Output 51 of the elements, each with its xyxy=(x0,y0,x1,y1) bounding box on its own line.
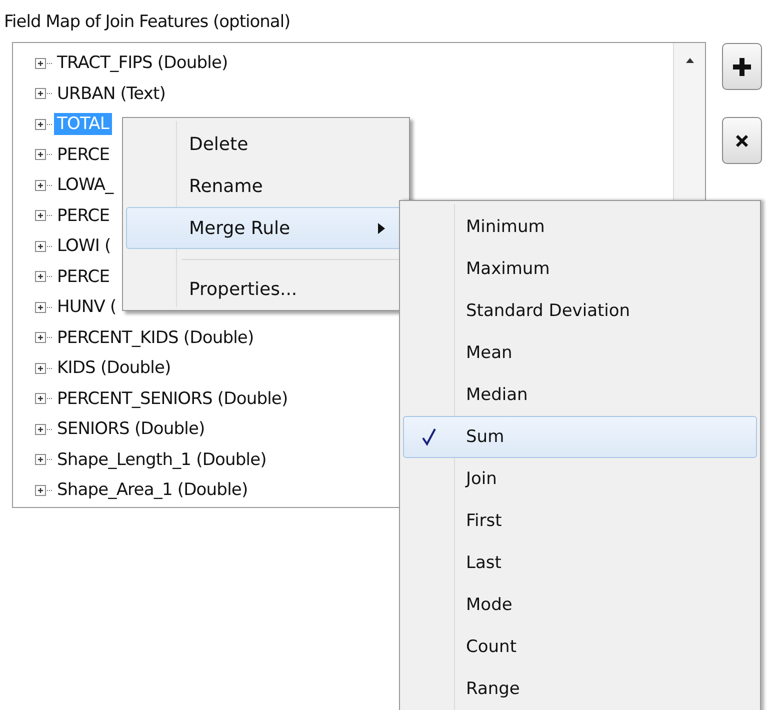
expand-icon[interactable] xyxy=(35,210,46,222)
menu-item[interactable]: Median xyxy=(403,374,757,416)
field-item[interactable]: KIDS (Double) xyxy=(54,357,174,380)
expand-icon[interactable] xyxy=(35,240,46,252)
field-item[interactable]: PERCENT_SENIORS (Double) xyxy=(54,388,291,410)
panel-title: Field Map of Join Features (optional) xyxy=(3,11,292,30)
menu-item[interactable]: Sum xyxy=(403,416,757,458)
expand-icon[interactable] xyxy=(35,424,46,435)
check-icon xyxy=(421,428,437,446)
plus-icon xyxy=(731,56,753,78)
menu-item[interactable]: Delete xyxy=(126,123,406,165)
field-item[interactable]: URBAN (Text) xyxy=(54,82,169,105)
expand-icon[interactable] xyxy=(35,118,46,130)
expand-icon[interactable] xyxy=(35,149,46,160)
menu-item[interactable]: Join xyxy=(403,458,757,500)
menu-item[interactable]: Standard Deviation xyxy=(403,290,757,332)
menu-item[interactable]: Count xyxy=(403,626,757,668)
expand-icon[interactable] xyxy=(35,58,46,69)
field-item[interactable]: PERCENT_KIDS (Double) xyxy=(54,326,257,349)
field-item[interactable]: Shape_Area_1 (Double) xyxy=(54,479,251,502)
expand-icon[interactable] xyxy=(35,180,46,191)
close-icon xyxy=(735,134,749,148)
menu-item[interactable]: Maximum xyxy=(403,248,757,290)
expand-icon[interactable] xyxy=(35,271,46,282)
field-item[interactable]: PERCE xyxy=(54,266,113,288)
menu-item[interactable]: Last xyxy=(403,542,757,584)
delete-button[interactable] xyxy=(722,117,762,164)
field-item[interactable]: SENIORS (Double) xyxy=(54,418,208,440)
menu-item[interactable]: First xyxy=(403,500,757,542)
expand-icon[interactable] xyxy=(35,88,46,100)
menu-item[interactable]: Range xyxy=(403,668,757,710)
field-item[interactable]: PERCE xyxy=(54,144,113,166)
expand-icon[interactable] xyxy=(35,332,46,344)
menu-item[interactable]: Minimum xyxy=(403,206,757,248)
submenu-arrow-icon xyxy=(378,222,385,234)
expand-icon[interactable] xyxy=(35,362,46,374)
field-item[interactable]: PERCE xyxy=(54,204,113,227)
expand-icon[interactable] xyxy=(35,393,46,404)
menu-item[interactable]: Mode xyxy=(403,584,757,626)
expand-icon[interactable] xyxy=(35,484,46,496)
expand-icon[interactable] xyxy=(35,454,46,466)
add-button[interactable] xyxy=(722,43,762,90)
field-item[interactable]: LOWI ( xyxy=(54,235,114,258)
field-item[interactable]: Shape_Length_1 (Double) xyxy=(54,448,270,471)
field-item[interactable]: HUNV ( xyxy=(54,296,120,318)
field-item[interactable]: TRACT_FIPS (Double) xyxy=(54,52,231,74)
menu-item[interactable]: Mean xyxy=(403,332,757,374)
scroll-up-icon[interactable] xyxy=(684,57,694,63)
expand-icon[interactable] xyxy=(35,302,46,313)
field-item[interactable]: LOWA_ xyxy=(54,174,116,196)
menu-item[interactable]: Rename xyxy=(126,165,406,207)
